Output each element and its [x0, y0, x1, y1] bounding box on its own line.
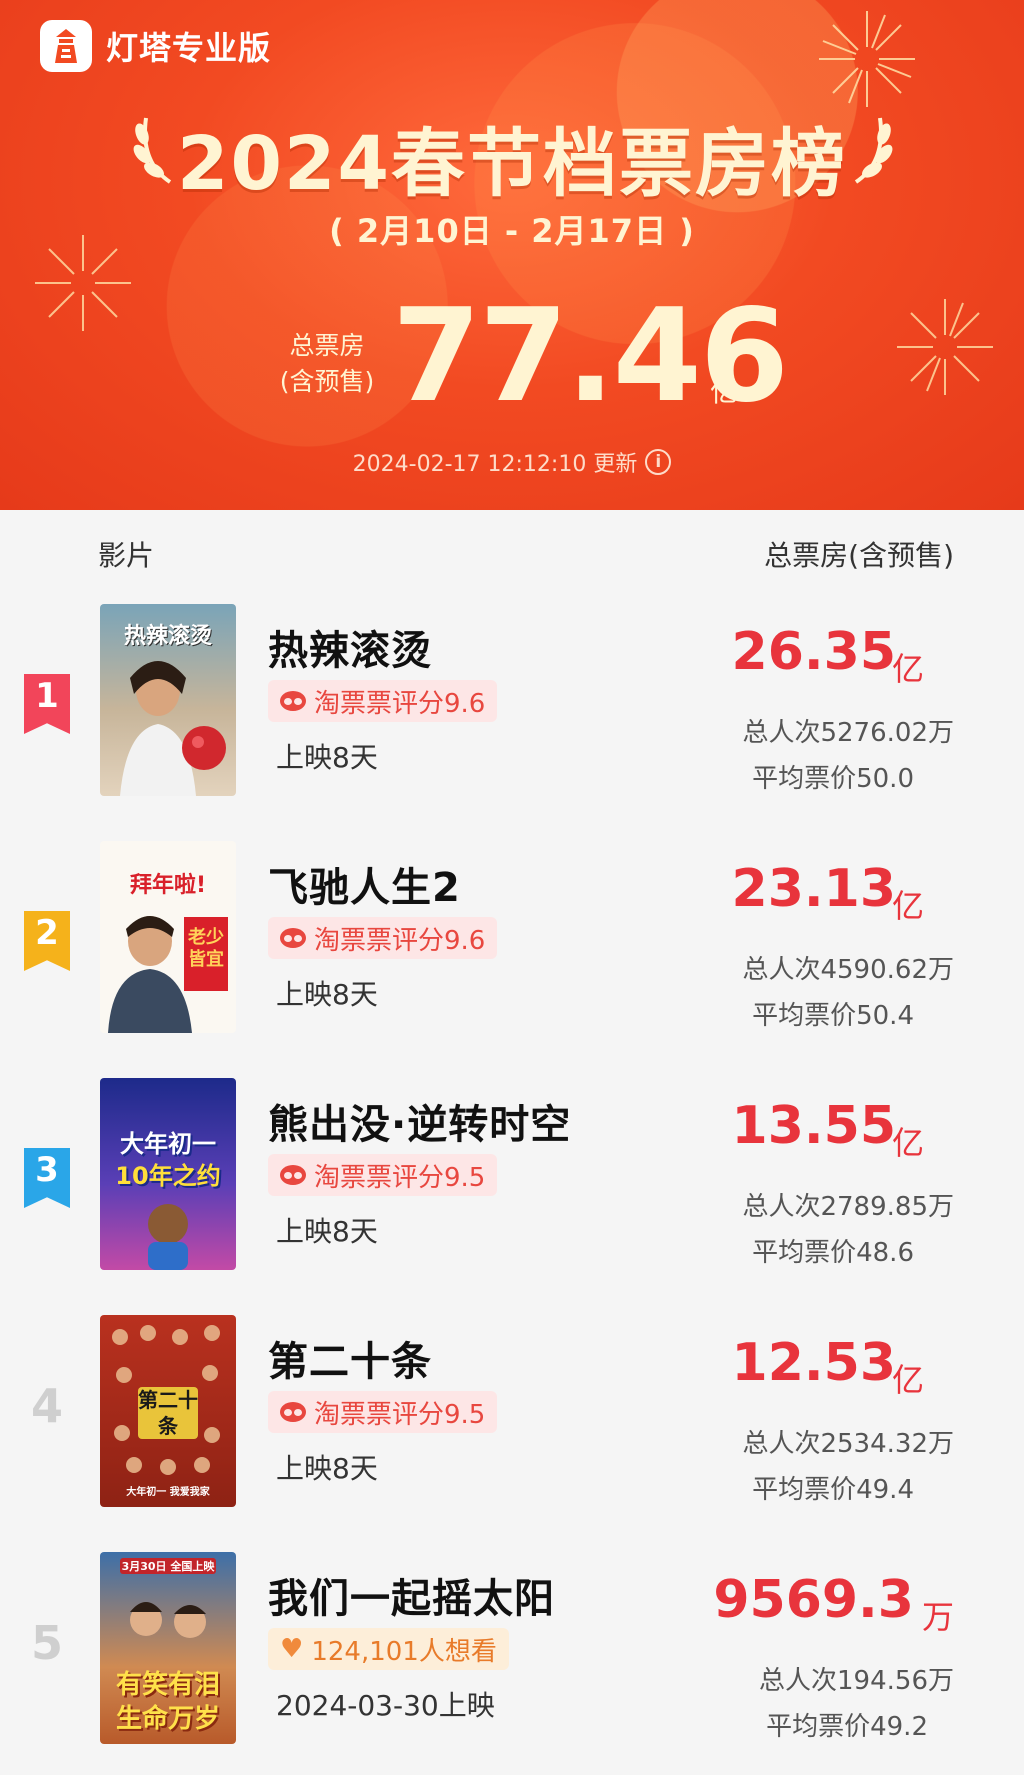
box-office-unit: 亿	[891, 1124, 924, 1162]
rating-tag: 淘票票评分9.6	[268, 680, 498, 722]
film-poster[interactable]: 大年初一 10年之约	[100, 1078, 236, 1270]
date-range: ( 2月10日 - 2月17日 )	[329, 212, 695, 250]
film-title[interactable]: 第二十条	[268, 1329, 432, 1387]
poster-release: 3月30日 全国上映	[120, 1558, 216, 1574]
film-row[interactable]: 3 大年初一 10年之约 熊出没·逆转时空 淘票票评分9.5 上映8天 13.5…	[0, 1064, 1024, 1301]
box-office-unit: 亿	[891, 887, 924, 925]
avg-price: 平均票价48.6	[752, 1238, 914, 1268]
film-title[interactable]: 我们一起摇太阳	[268, 1566, 555, 1624]
rating-text: 淘票票评分9.5	[314, 1162, 486, 1193]
poster-title: 第二十条	[138, 1387, 198, 1439]
box-office-value: 12.53	[731, 1333, 896, 1393]
total-box-office-unit: 亿	[710, 375, 739, 408]
taopiaopiao-icon	[280, 1165, 306, 1185]
avg-price: 平均票价49.4	[752, 1475, 914, 1505]
film-poster[interactable]: 热辣滚烫	[100, 604, 236, 796]
box-office-unit: 亿	[891, 650, 924, 688]
avg-price: 平均票价50.4	[752, 1001, 914, 1031]
rating-tag: 淘票票评分9.5	[268, 1391, 498, 1433]
film-poster[interactable]: 3月30日 全国上映 有笑有泪 生命万岁	[100, 1552, 236, 1744]
poster-title: 大年初一	[120, 1130, 216, 1158]
rating-text: 淘票票评分9.5	[314, 1399, 486, 1430]
box-office-unit: 万	[921, 1598, 954, 1636]
film-poster[interactable]: 第二十条 大年初一 我爱我家	[100, 1315, 236, 1507]
brand-name: 灯塔专业版	[106, 29, 272, 67]
total-label-line2: (含预售)	[279, 367, 375, 396]
release-status: 上映8天	[276, 1452, 378, 1485]
want-to-see-text: 124,101人想看	[311, 1636, 497, 1667]
rating-text: 淘票票评分9.6	[314, 925, 486, 956]
rank-number: 4	[30, 1379, 63, 1433]
admissions: 总人次194.56万	[759, 1666, 954, 1696]
box-office-value: 23.13	[731, 859, 896, 919]
update-time: 2024-02-17 12:12:10 更新 i	[0, 446, 1024, 478]
film-row[interactable]: 1 热辣滚烫 热辣滚烫 淘票票评分9.6 上映8天 26.35 亿 总人次527…	[0, 590, 1024, 827]
admissions: 总人次2534.32万	[742, 1429, 954, 1459]
film-title[interactable]: 热辣滚烫	[268, 618, 432, 676]
film-title[interactable]: 飞驰人生2	[268, 855, 461, 913]
update-text: 2024-02-17 12:12:10 更新	[352, 452, 638, 477]
rank-badge: 3	[24, 1148, 70, 1208]
release-status: 上映8天	[276, 741, 378, 774]
film-row[interactable]: 5 3月30日 全国上映 有笑有泪 生命万岁 我们一起摇太阳 ♥ 124,101…	[0, 1538, 1024, 1775]
film-title[interactable]: 熊出没·逆转时空	[268, 1092, 571, 1150]
rank-number: 5	[30, 1616, 63, 1670]
avg-price: 平均票价49.2	[766, 1712, 928, 1742]
rank-badge: 2	[24, 911, 70, 971]
firework-icon	[819, 11, 915, 107]
rating-tag: 淘票票评分9.5	[268, 1154, 498, 1196]
taopiaopiao-icon	[280, 691, 306, 711]
film-row[interactable]: 4 第二十条 大年初一 我爱我家 第二十条 淘票票评分9.5 上映8天 12.5…	[0, 1301, 1024, 1538]
rank-badge: 1	[24, 674, 70, 734]
page-title: 2024春节档票房榜	[177, 121, 847, 207]
poster-subtitle: 10年之约	[115, 1162, 221, 1190]
taopiaopiao-icon	[280, 1402, 306, 1422]
want-to-see-tag: ♥ 124,101人想看	[268, 1628, 509, 1670]
box-office-value: 26.35	[731, 622, 896, 682]
poster-subtitle: 生命万岁	[115, 1704, 220, 1734]
lighthouse-icon	[40, 20, 92, 72]
info-icon[interactable]: i	[645, 449, 672, 475]
release-status: 2024-03-30上映	[276, 1689, 495, 1722]
rating-tag: 淘票票评分9.6	[268, 917, 498, 959]
rating-text: 淘票票评分9.6	[314, 688, 486, 719]
release-status: 上映8天	[276, 978, 378, 1011]
film-poster[interactable]: 拜年啦! 老少皆宜	[100, 841, 236, 1033]
avg-price: 平均票价50.0	[752, 764, 914, 794]
total-label: 总票房 (含预售)	[272, 328, 382, 400]
box-office-value: 9569.3	[713, 1570, 914, 1630]
heart-icon: ♥	[280, 1634, 304, 1664]
total-label-line1: 总票房	[289, 331, 365, 360]
poster-subtitle: 大年初一 我爱我家	[126, 1487, 210, 1498]
taopiaopiao-icon	[280, 928, 306, 948]
column-header: 影片 总票房(含预售)	[0, 510, 1024, 590]
release-status: 上映8天	[276, 1215, 378, 1248]
brand[interactable]: 灯塔专业版	[40, 20, 271, 72]
poster-subtitle: 老少皆宜	[188, 927, 224, 970]
column-film: 影片	[98, 539, 155, 572]
admissions: 总人次2789.85万	[742, 1192, 954, 1222]
box-office-unit: 亿	[891, 1361, 924, 1399]
film-row[interactable]: 2 拜年啦! 老少皆宜 飞驰人生2 淘票票评分9.6 上映8天 23.13 亿 …	[0, 827, 1024, 1064]
column-box-office: 总票房(含预售)	[764, 539, 954, 572]
admissions: 总人次5276.02万	[742, 718, 954, 748]
box-office-value: 13.55	[731, 1096, 896, 1156]
admissions: 总人次4590.62万	[742, 955, 954, 985]
header-banner: 灯塔专业版 2024春节档票房榜 (2月10日 - 2月17日) 总票房 (…	[0, 0, 1024, 510]
poster-title: 有笑有泪	[115, 1670, 220, 1700]
firework-icon	[897, 299, 993, 395]
